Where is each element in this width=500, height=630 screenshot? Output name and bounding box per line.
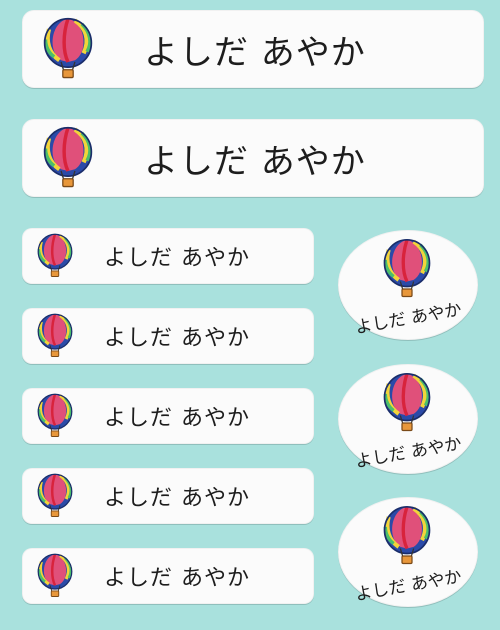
name-label-small-2: よしだ あやか (22, 308, 314, 364)
name-label-small-1: よしだ あやか (22, 228, 314, 284)
hot-air-balloon-icon (382, 505, 432, 567)
hot-air-balloon-icon (42, 126, 94, 190)
sticker-sheet: よしだ あやか よしだ あやか よしだ あやか よしだ あやか よしだ あやか … (0, 0, 500, 630)
name-text: よしだ あやか (144, 32, 366, 73)
name-label-large-1: よしだ あやか (22, 10, 484, 88)
name-label-small-5: よしだ あやか (22, 548, 314, 604)
hot-air-balloon-icon (36, 313, 74, 359)
name-text: よしだ あやか (353, 299, 464, 339)
hot-air-balloon-icon (36, 473, 74, 519)
name-label-oval-3: よしだ あやか (338, 497, 478, 607)
hot-air-balloon-icon (42, 17, 94, 81)
hot-air-balloon-icon (36, 553, 74, 599)
name-text: よしだ あやか (144, 141, 366, 182)
name-text: よしだ あやか (104, 406, 250, 431)
name-label-small-3: よしだ あやか (22, 388, 314, 444)
name-text: よしだ あやか (353, 566, 464, 606)
name-text: よしだ あやか (104, 566, 250, 591)
hot-air-balloon-icon (36, 233, 74, 279)
hot-air-balloon-icon (382, 238, 432, 300)
name-label-large-2: よしだ あやか (22, 119, 484, 197)
hot-air-balloon-icon (382, 372, 432, 434)
name-label-oval-1: よしだ あやか (338, 230, 478, 340)
name-text: よしだ あやか (353, 433, 464, 473)
name-text: よしだ あやか (104, 326, 250, 351)
name-text: よしだ あやか (104, 246, 250, 271)
name-text: よしだ あやか (104, 486, 250, 511)
hot-air-balloon-icon (36, 393, 74, 439)
name-label-oval-2: よしだ あやか (338, 364, 478, 474)
name-label-small-4: よしだ あやか (22, 468, 314, 524)
